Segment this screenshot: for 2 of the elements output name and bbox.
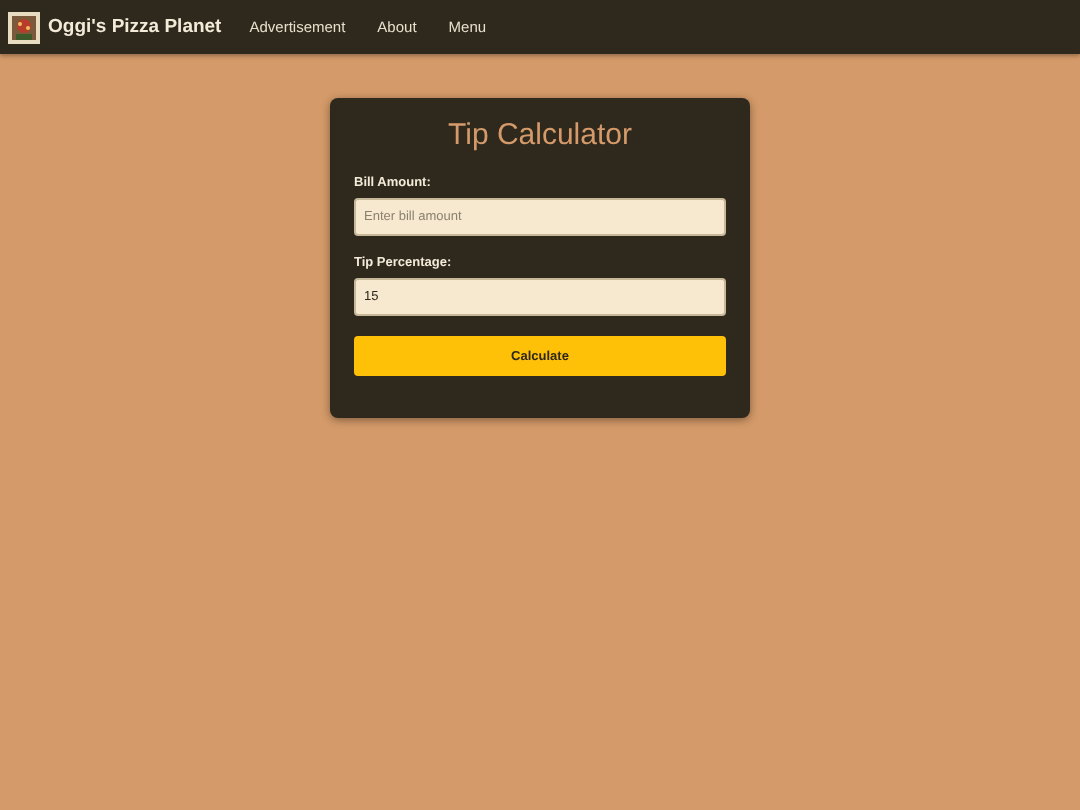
card-title: Tip Calculator <box>446 118 634 152</box>
brand-link[interactable]: Oggi's Pizza Planet <box>48 16 222 38</box>
